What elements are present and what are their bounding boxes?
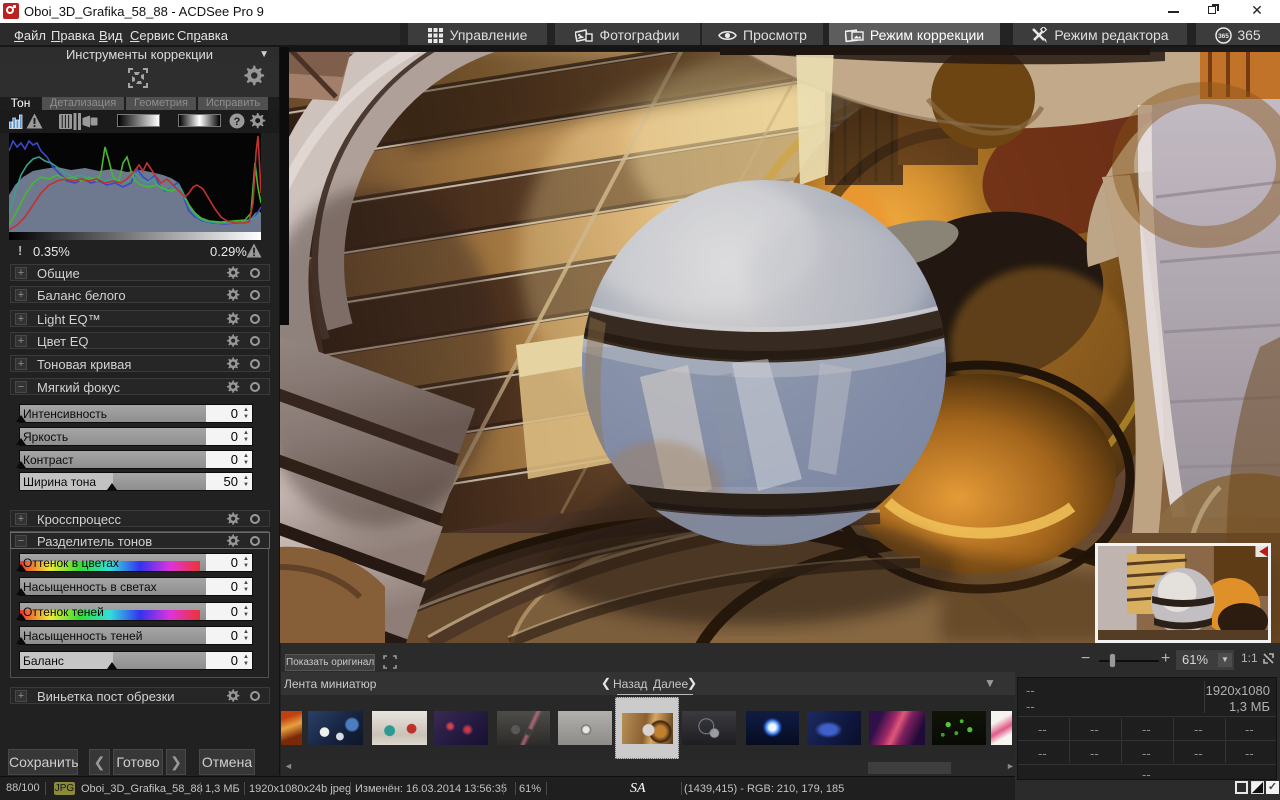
svg-text:?: ? [234,116,241,128]
svg-text:365: 365 [1218,33,1229,40]
